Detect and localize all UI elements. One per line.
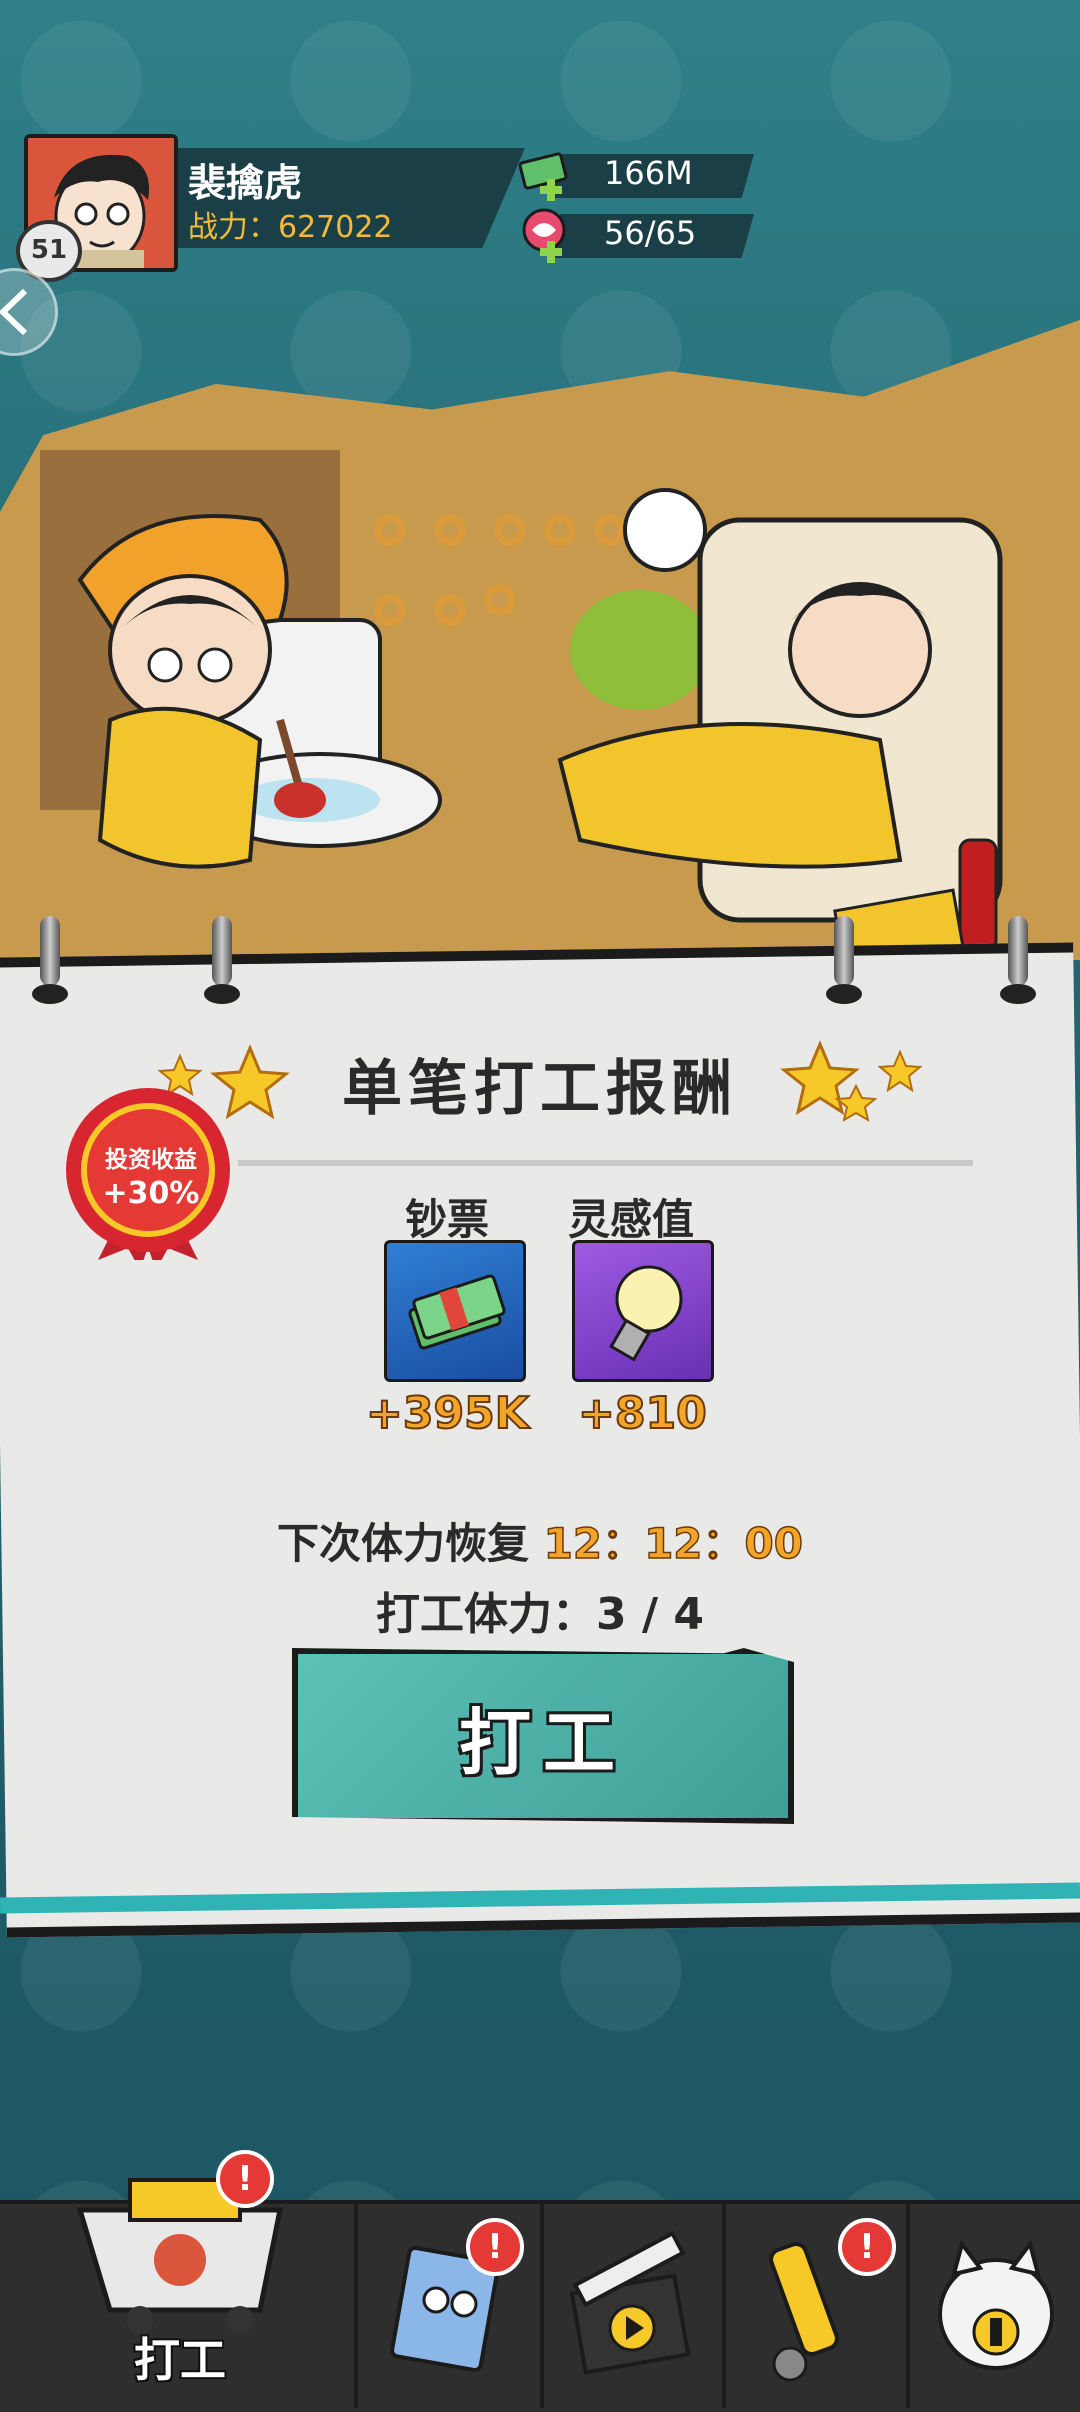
player-name: 裴擒虎 xyxy=(188,161,303,205)
combat-power-label: 战力： xyxy=(188,210,278,245)
scene-art xyxy=(0,320,1080,960)
nav-tab-work-label: 打工 xyxy=(134,2333,226,2387)
telescope-alert-badge: ! xyxy=(838,2218,896,2276)
side-menu-toggle[interactable] xyxy=(0,268,58,356)
binder-ring-base xyxy=(32,984,68,1004)
binder-ring-base xyxy=(826,984,862,1004)
investment-badge-value: +30% xyxy=(102,1176,200,1211)
lightbulb-icon xyxy=(609,1265,683,1362)
inspiration-reward-amount: +810 xyxy=(577,1387,708,1440)
work-scene-illustration xyxy=(0,320,1080,960)
stamina-recover-label: 下次体力恢复 xyxy=(277,1519,530,1568)
nav-tab-work[interactable]: ! 打工 xyxy=(40,2140,320,2408)
stamina-recover-timer: 12：12：00 xyxy=(543,1518,804,1569)
cash-reward-tile[interactable] xyxy=(384,1240,526,1382)
stamina-candy-add-icon[interactable] xyxy=(518,206,570,272)
nav-separator xyxy=(354,2200,358,2408)
binder-ring xyxy=(1008,916,1028,986)
stamina-amount: 56/65 xyxy=(604,214,697,252)
work-stamina-count: 打工体力：3 / 4 xyxy=(376,1589,704,1640)
investment-badge-label: 投资收益 xyxy=(105,1147,197,1173)
combat-power-value: 627022 xyxy=(278,210,393,245)
binder-ring xyxy=(40,916,60,986)
inspiration-reward-tile[interactable] xyxy=(572,1240,714,1382)
binder-ring xyxy=(834,916,854,986)
cash-reward-amount: +395K xyxy=(365,1387,530,1440)
gold-cart-icon xyxy=(76,2178,284,2334)
work-button[interactable]: 打工 xyxy=(292,1648,794,1824)
stars-right-icon xyxy=(780,1040,923,1123)
work-alert-badge: ! xyxy=(216,2150,274,2208)
binder-ring-base xyxy=(1000,984,1036,1004)
title-divider xyxy=(238,1160,973,1166)
combat-power: 战力：627022 xyxy=(188,202,393,246)
inspiration-reward-label: 灵感值 xyxy=(568,1195,695,1244)
nav-tab-notebook[interactable]: ! xyxy=(360,2204,538,2408)
cash-reward-label: 钞票 xyxy=(405,1195,490,1244)
cash-amount: 166M xyxy=(604,154,693,192)
cash-add-icon[interactable] xyxy=(518,148,570,210)
binder-ring-base xyxy=(204,984,240,1004)
nav-tab-telescope[interactable]: ! xyxy=(726,2204,904,2408)
stamina-recover-row: 下次体力恢复 12：12：00 xyxy=(0,1510,1080,1571)
chevron-left-icon xyxy=(0,288,28,336)
binder-ring xyxy=(212,916,232,986)
lucky-cat-icon xyxy=(938,2239,1054,2370)
notebook-alert-badge: ! xyxy=(466,2218,524,2276)
nav-tab-film[interactable] xyxy=(544,2204,720,2408)
nav-tab-fortune[interactable] xyxy=(910,2204,1080,2408)
clapperboard-icon xyxy=(569,2230,691,2375)
cash-stack-icon xyxy=(408,1274,506,1350)
